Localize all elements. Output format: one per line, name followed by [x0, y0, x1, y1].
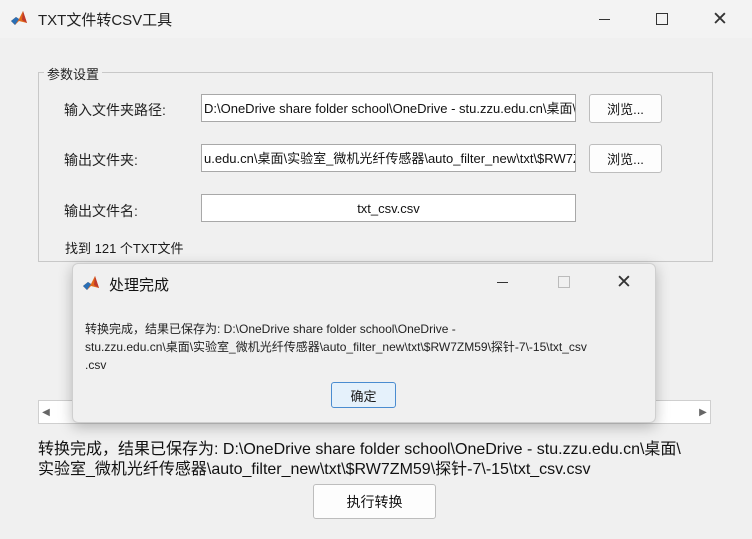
browse-input-button[interactable]: 浏览...: [589, 94, 662, 123]
completion-dialog: 处理完成 ✕ 转换完成，结果已保存为: D:\OneDrive share fo…: [72, 263, 656, 423]
dialog-title: 处理完成: [109, 277, 170, 294]
output-file-field[interactable]: txt_csv.csv: [201, 194, 576, 222]
dialog-minimize-button[interactable]: [479, 264, 525, 300]
close-icon: ✕: [712, 8, 728, 30]
ok-button[interactable]: 确定: [331, 382, 396, 408]
minimize-icon: [496, 281, 508, 283]
maximize-icon: [558, 276, 570, 288]
input-folder-field[interactable]: D:\OneDrive share folder school\OneDrive…: [201, 94, 576, 122]
close-button[interactable]: ✕: [697, 0, 743, 38]
dialog-message-line-1: 转换完成，结果已保存为: D:\OneDrive share folder sc…: [85, 322, 456, 336]
matlab-logo-icon: [82, 274, 100, 292]
maximize-icon: [656, 13, 668, 25]
minimize-button[interactable]: [581, 0, 627, 38]
minimize-icon: [598, 18, 610, 20]
matlab-logo-icon: [10, 9, 28, 27]
params-group-label: 参数设置: [44, 64, 103, 83]
scroll-left-icon[interactable]: ◀: [39, 401, 53, 423]
output-folder-label: 输出文件夹:: [64, 152, 138, 168]
found-files-text: 找到 121 个TXT文件: [65, 241, 184, 256]
dialog-maximize-button[interactable]: [541, 264, 587, 300]
scroll-right-icon[interactable]: ▶: [696, 401, 710, 423]
output-file-label: 输出文件名:: [64, 203, 138, 219]
browse-output-button[interactable]: 浏览...: [589, 144, 662, 173]
run-convert-button[interactable]: 执行转换: [313, 484, 436, 519]
status-text: 转换完成，结果已保存为: D:\OneDrive share folder sc…: [38, 440, 738, 480]
dialog-message-line-3: .csv: [85, 358, 107, 372]
status-line-2: 实验室_微机光纤传感器\auto_filter_new\txt\$RW7ZM59…: [38, 461, 591, 478]
dialog-message-line-2: stu.zzu.edu.cn\桌面\实验室_微机光纤传感器\auto_filte…: [85, 340, 587, 354]
close-icon: ✕: [616, 271, 632, 293]
window-title: TXT文件转CSV工具: [38, 12, 173, 29]
maximize-button[interactable]: [639, 0, 685, 38]
dialog-close-button[interactable]: ✕: [601, 264, 647, 300]
status-line-1: 转换完成，结果已保存为: D:\OneDrive share folder sc…: [38, 441, 681, 458]
output-folder-field[interactable]: u.edu.cn\桌面\实验室_微机光纤传感器\auto_filter_new\…: [201, 144, 576, 172]
dialog-message: 转换完成，结果已保存为: D:\OneDrive share folder sc…: [85, 320, 650, 374]
input-folder-label: 输入文件夹路径:: [64, 102, 166, 118]
